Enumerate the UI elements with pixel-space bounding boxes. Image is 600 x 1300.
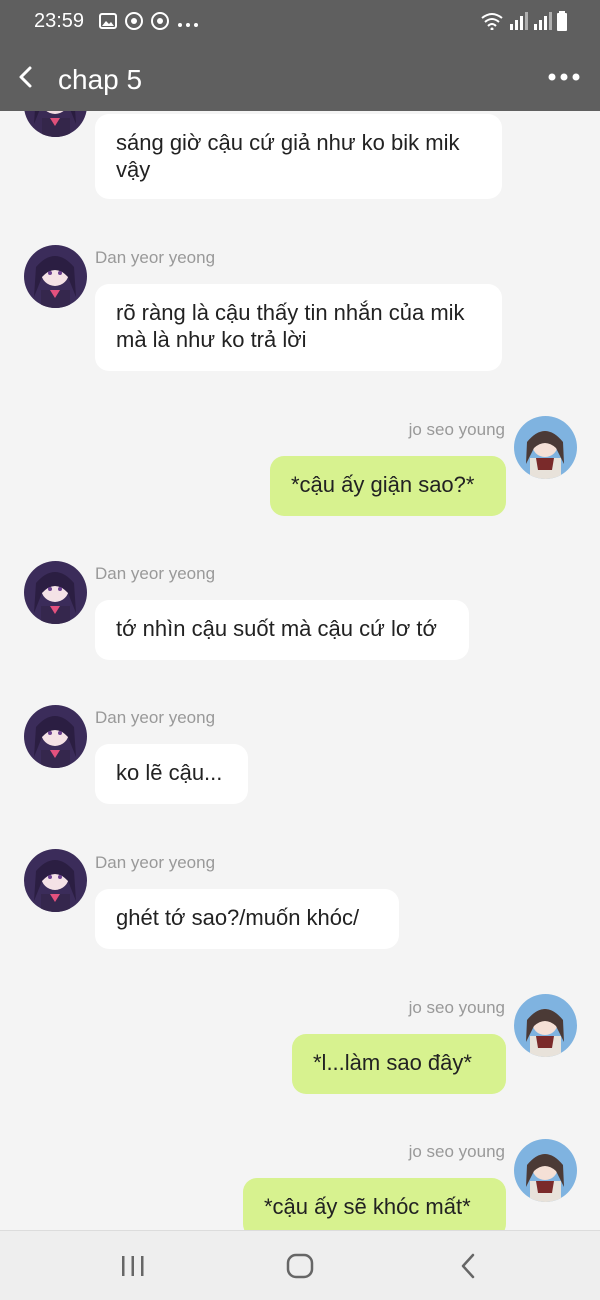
sender-name: jo seo young [408, 998, 505, 1017]
chrome-icon [151, 12, 169, 35]
message-bubble[interactable]: ko lẽ cậu... [95, 744, 248, 804]
sender-name: Dan yeor yeong [95, 248, 216, 267]
back-button[interactable] [10, 60, 40, 94]
avatar-jo-seo-young[interactable] [514, 1139, 577, 1202]
nav-back-button[interactable] [456, 1251, 480, 1281]
message-bubble[interactable]: tớ nhìn cậu suốt mà cậu cứ lơ tớ [95, 600, 469, 660]
page-title: chap 5 [58, 64, 143, 95]
message-text: rõ ràng là cậu thấy tin nhắn của mik mà … [116, 300, 465, 352]
sender-name: Dan yeor yeong [95, 564, 216, 583]
app-header: 23:59 chap 5 [0, 0, 600, 111]
image-icon [99, 13, 117, 34]
title-bar: chap 5 [0, 46, 600, 111]
message-text: tớ nhìn cậu suốt mà cậu cứ lơ tớ [116, 616, 437, 641]
sender-name: Dan yeor yeong [95, 708, 216, 727]
recent-apps-button[interactable] [118, 1251, 148, 1281]
system-navigation-bar [0, 1230, 600, 1300]
avatar-dan-yeor-yeong[interactable] [24, 245, 87, 308]
more-options-button[interactable] [546, 62, 582, 92]
message-text: *l...làm sao đây* [313, 1050, 472, 1075]
sender-name: Dan yeor yeong [95, 853, 216, 872]
status-bar: 23:59 [0, 0, 600, 46]
signal-icon [532, 12, 552, 35]
wifi-icon [480, 12, 504, 35]
chrome-icon [125, 12, 143, 35]
message-text: *cậu ấy giận sao?* [291, 472, 475, 497]
sender-name: jo seo young [408, 420, 505, 439]
avatar-dan-yeor-yeong[interactable] [24, 705, 87, 768]
message-bubble[interactable]: rõ ràng là cậu thấy tin nhắn của mik mà … [95, 284, 502, 371]
message-bubble[interactable]: *cậu ấy sẽ khóc mất* [243, 1178, 506, 1230]
message-text: sáng giờ cậu cứ giả như ko bik mik vậy [116, 130, 460, 182]
notification-icons [99, 12, 199, 35]
status-time: 23:59 [34, 10, 85, 32]
recent-apps-icon [122, 1256, 144, 1276]
message-text: *cậu ấy sẽ khóc mất* [264, 1194, 471, 1219]
avatar-dan-yeor-yeong[interactable] [24, 849, 87, 912]
avatar-jo-seo-young[interactable] [514, 994, 577, 1057]
signal-icon [508, 12, 528, 35]
sender-name: jo seo young [408, 1142, 505, 1161]
home-button[interactable] [285, 1251, 315, 1281]
battery-icon [556, 11, 568, 36]
message-bubble[interactable]: ghét tớ sao?/muốn khóc/ [95, 889, 399, 949]
avatar-jo-seo-young[interactable] [514, 416, 577, 479]
back-icon [461, 1253, 475, 1279]
more-dots-icon [177, 15, 199, 33]
more-dots-icon [548, 73, 580, 81]
message-bubble[interactable]: *l...làm sao đây* [292, 1034, 506, 1094]
chat-area[interactable]: sáng giờ cậu cứ giả như ko bik mik vậy D… [0, 0, 600, 1230]
message-bubble[interactable]: *cậu ấy giận sao?* [270, 456, 506, 516]
avatar-dan-yeor-yeong[interactable] [24, 561, 87, 624]
system-status-icons [480, 11, 568, 36]
chevron-left-icon [19, 66, 32, 88]
home-icon [286, 1253, 314, 1279]
message-text: ko lẽ cậu... [116, 760, 223, 785]
message-text: ghét tớ sao?/muốn khóc/ [116, 905, 360, 930]
message-bubble[interactable]: sáng giờ cậu cứ giả như ko bik mik vậy [95, 114, 502, 199]
